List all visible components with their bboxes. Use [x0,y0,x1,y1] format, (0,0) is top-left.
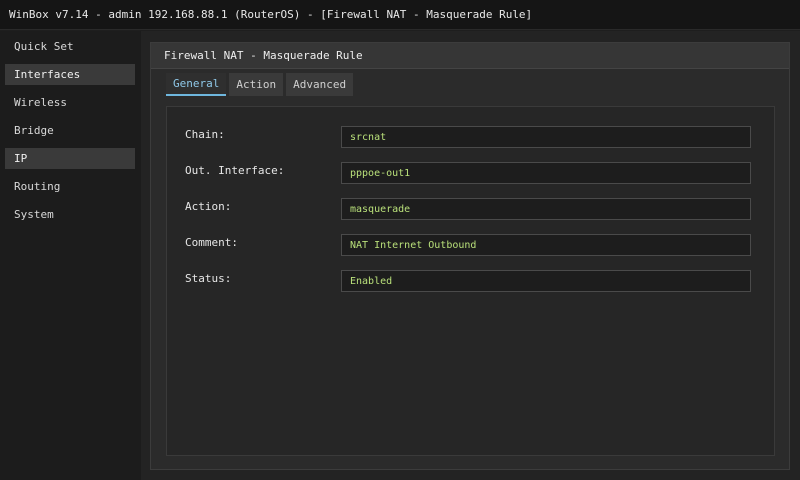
action-field[interactable]: masquerade [341,198,751,220]
tab-action[interactable]: Action [229,73,284,96]
sidebar-item-wireless[interactable]: Wireless [5,92,135,113]
status-row: Status: Enabled [167,270,774,292]
sidebar-item-label: Interfaces [14,68,81,81]
tab-label: General [173,77,220,90]
tab-label: Advanced [293,78,347,91]
window-title: WinBox v7.14 - admin 192.168.88.1 (Route… [9,8,533,21]
sidebar-item-quick-set[interactable]: Quick Set [5,36,135,57]
sidebar-item-label: Wireless [14,96,67,109]
main-content: Firewall NAT - Masquerade Rule General A… [141,31,800,480]
window-title-bar: WinBox v7.14 - admin 192.168.88.1 (Route… [0,0,800,30]
tab-label: Action [236,78,277,91]
comment-field[interactable]: NAT Internet Outbound [341,234,751,256]
tab-general[interactable]: General [166,73,227,96]
comment-row: Comment: NAT Internet Outbound [167,234,774,256]
sidebar-item-label: System [14,208,54,221]
tab-advanced[interactable]: Advanced [286,73,354,96]
chain-row: Chain: srcnat [167,126,774,148]
sidebar-item-routing[interactable]: Routing [5,176,135,197]
dialog-tabs: General Action Advanced [166,73,356,96]
sidebar-item-system[interactable]: System [5,204,135,225]
sidebar-item-bridge[interactable]: Bridge [5,120,135,141]
sidebar: Quick Set Interfaces Wireless Bridge IP … [0,31,141,480]
sidebar-item-label: Routing [14,180,61,193]
comment-label: Comment: [185,236,238,249]
dialog-title: Firewall NAT - Masquerade Rule [164,49,363,62]
dialog-header: Firewall NAT - Masquerade Rule [151,43,789,69]
nat-rule-dialog: Firewall NAT - Masquerade Rule General A… [150,42,790,470]
out-interface-label: Out. Interface: [185,164,285,177]
out-interface-field[interactable]: pppoe-out1 [341,162,751,184]
chain-label: Chain: [185,128,225,141]
action-row: Action: masquerade [167,198,774,220]
chain-field[interactable]: srcnat [341,126,751,148]
sidebar-item-ip[interactable]: IP [5,148,135,169]
general-tab-panel: Chain: srcnat Out. Interface: pppoe-out1… [166,106,775,456]
action-label: Action: [185,200,232,213]
sidebar-item-interfaces[interactable]: Interfaces [5,64,135,85]
out-interface-row: Out. Interface: pppoe-out1 [167,162,774,184]
status-field[interactable]: Enabled [341,270,751,292]
status-label: Status: [185,272,232,285]
sidebar-item-label: IP [14,152,28,165]
sidebar-item-label: Bridge [14,124,54,137]
sidebar-item-label: Quick Set [14,40,74,53]
